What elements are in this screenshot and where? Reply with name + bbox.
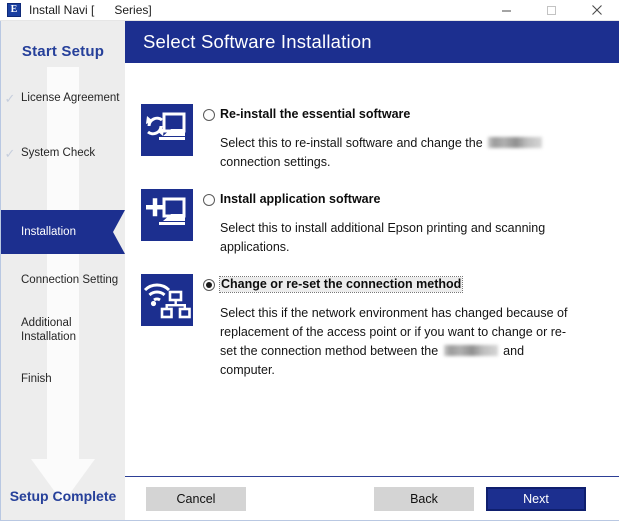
option-description-part1: Select this to re-install software and c…: [220, 136, 487, 150]
radio-change-connection-method[interactable]: [203, 279, 215, 291]
radio-install-application-software[interactable]: [203, 194, 215, 206]
option-change-connection-method[interactable]: Change or re-set the connection method S…: [125, 274, 619, 380]
back-button[interactable]: Back: [374, 487, 474, 511]
window-controls: [484, 0, 619, 21]
maximize-button[interactable]: [529, 0, 574, 21]
sidebar-item-additional-installation[interactable]: Additional Installation: [1, 315, 125, 345]
cancel-button[interactable]: Cancel: [146, 487, 246, 511]
add-application-icon: [141, 189, 193, 241]
page-title: Select Software Installation: [143, 31, 372, 52]
option-title: Change or re-set the connection method: [218, 276, 464, 293]
dialog-footer: Cancel Back Next: [125, 477, 619, 520]
network-connection-icon: [141, 274, 193, 326]
sidebar-item-connection-setting[interactable]: Connection Setting: [1, 269, 125, 291]
active-item-notch: [105, 210, 125, 254]
option-title: Re-install the essential software: [220, 107, 411, 121]
option-description: Select this to install additional Epson …: [220, 221, 546, 254]
setup-progress-sidebar: Start Setup ✓ License Agreement ✓ System…: [1, 21, 125, 520]
minimize-button[interactable]: [484, 0, 529, 21]
check-icon: ✓: [4, 90, 16, 106]
redacted-printer-name: [443, 345, 498, 356]
sidebar-item-label: Connection Setting: [21, 273, 119, 286]
option-description: Select this to re-install software and c…: [220, 134, 544, 172]
next-button[interactable]: Next: [486, 487, 586, 511]
redacted-printer-name: [488, 137, 543, 148]
content-header: Select Software Installation: [125, 21, 619, 63]
window-title: Install Navi [ Series]: [29, 3, 152, 17]
option-description-part2: connection settings.: [220, 155, 331, 169]
sidebar-title: Start Setup: [21, 43, 105, 60]
window-title-bar: Install Navi [ Series]: [0, 0, 619, 21]
app-icon: [7, 3, 21, 17]
main-content: Select Software Installation Re-install …: [125, 21, 619, 520]
maximize-icon: [547, 5, 556, 15]
sidebar-item-finish[interactable]: Finish: [1, 368, 125, 390]
installation-options-group: Re-install the essential software Select…: [125, 63, 619, 476]
option-title: Install application software: [220, 192, 381, 206]
radio-reinstall-essential-software[interactable]: [203, 109, 215, 121]
check-icon: ✓: [4, 145, 16, 161]
sidebar-item-label: System Check: [21, 146, 96, 159]
sidebar-item-label: Additional Installation: [21, 317, 76, 343]
sidebar-item-system-check[interactable]: ✓ System Check: [1, 142, 125, 164]
dialog-frame: Start Setup ✓ License Agreement ✓ System…: [0, 21, 619, 521]
sidebar-item-label: Finish: [21, 372, 52, 385]
option-reinstall-essential-software[interactable]: Re-install the essential software Select…: [125, 104, 619, 172]
sidebar-item-label: Installation: [21, 225, 76, 238]
reinstall-software-icon: [141, 104, 193, 156]
minimize-icon: [502, 10, 511, 11]
option-description: Select this if the network environment h…: [220, 304, 580, 380]
option-install-application-software[interactable]: Install application software Select this…: [125, 189, 619, 257]
sidebar-footer-label: Setup Complete: [9, 488, 117, 504]
close-button[interactable]: [574, 0, 619, 21]
sidebar-item-label: License Agreement: [21, 91, 120, 104]
close-icon: [591, 5, 602, 15]
sidebar-item-license-agreement[interactable]: ✓ License Agreement: [1, 87, 125, 109]
